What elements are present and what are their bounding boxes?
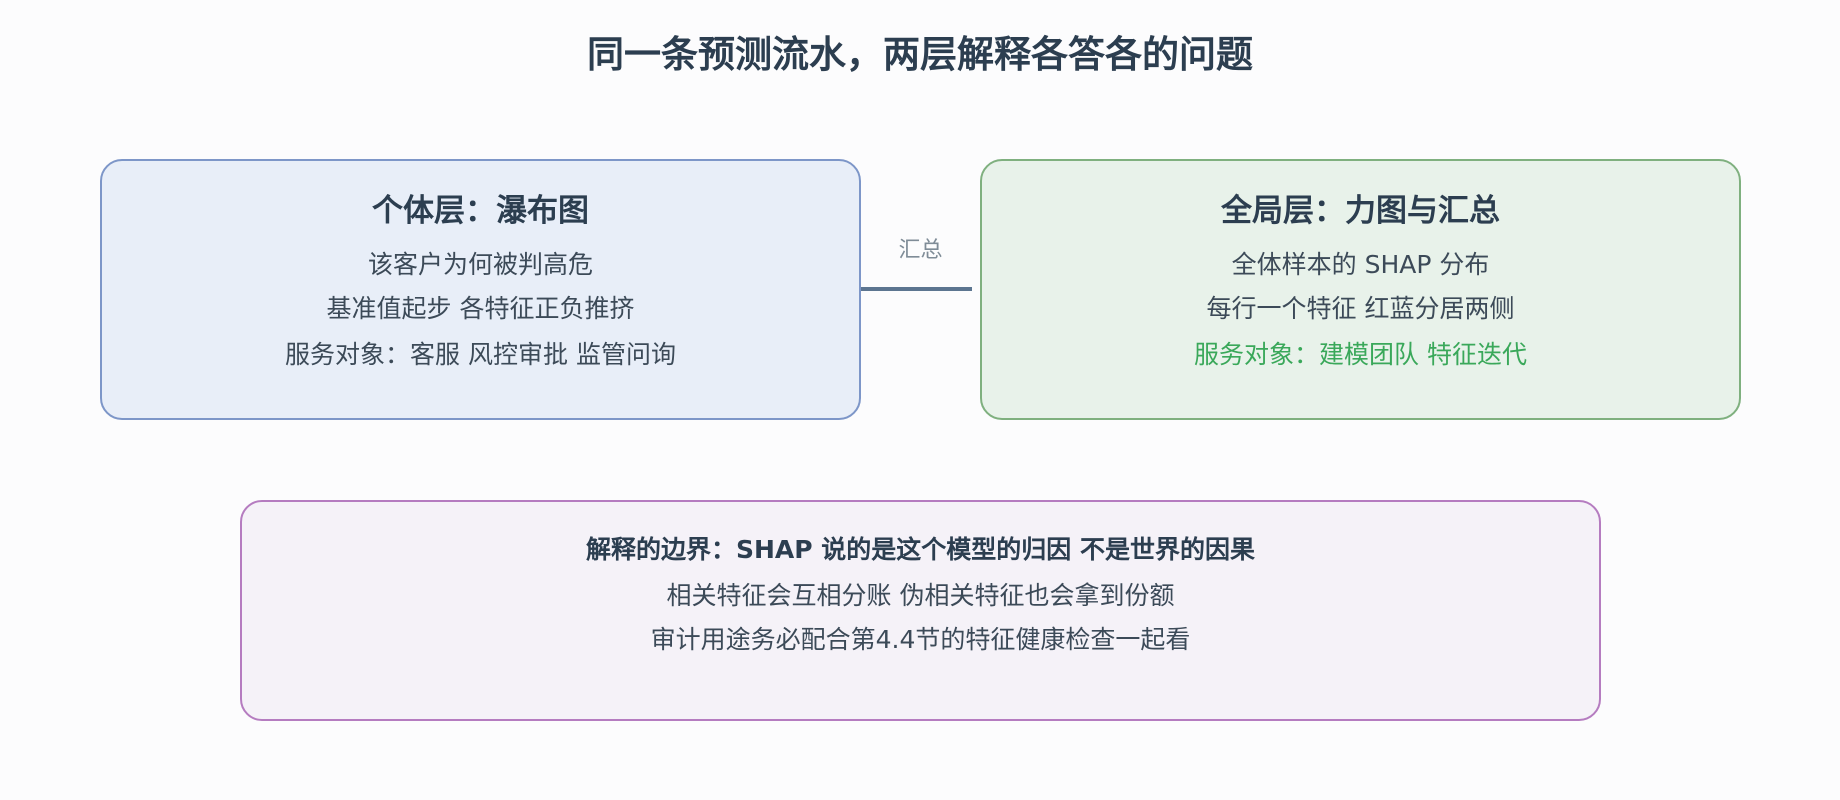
boundary-heading: 解释的边界：SHAP 说的是这个模型的归因 不是世界的因果 — [585, 535, 1255, 564]
individual-layer-heading: 个体层：瀑布图 — [372, 193, 589, 229]
individual-layer-box: 个体层：瀑布图 该客户为何被判高危 基准值起步 各特征正负推挤 服务对象：客服 … — [100, 159, 861, 420]
boundary-line-1: 相关特征会互相分账 伪相关特征也会拿到份额 — [666, 581, 1175, 610]
individual-layer-line-2: 基准值起步 各特征正负推挤 — [326, 294, 635, 323]
individual-layer-service: 服务对象：客服 风控审批 监管问询 — [285, 340, 676, 369]
global-layer-line-1: 全体样本的 SHAP 分布 — [1231, 250, 1490, 279]
connector-line — [861, 287, 972, 291]
global-layer-box: 全局层：力图与汇总 全体样本的 SHAP 分布 每行一个特征 红蓝分居两侧 服务… — [980, 159, 1741, 420]
boundary-line-2: 审计用途务必配合第4.4节的特征健康检查一起看 — [650, 625, 1191, 654]
connector-label: 汇总 — [898, 238, 943, 263]
global-layer-service: 服务对象：建模团队 特征迭代 — [1194, 340, 1527, 369]
global-layer-line-2: 每行一个特征 红蓝分居两侧 — [1206, 294, 1515, 323]
diagram-canvas: 同一条预测流水，两层解释各答各的问题 个体层：瀑布图 该客户为何被判高危 基准值… — [0, 0, 1840, 800]
boundary-box: 解释的边界：SHAP 说的是这个模型的归因 不是世界的因果 相关特征会互相分账 … — [240, 500, 1601, 721]
individual-layer-line-1: 该客户为何被判高危 — [367, 250, 593, 279]
global-layer-heading: 全局层：力图与汇总 — [1221, 193, 1500, 229]
diagram-title: 同一条预测流水，两层解释各答各的问题 — [587, 33, 1253, 76]
